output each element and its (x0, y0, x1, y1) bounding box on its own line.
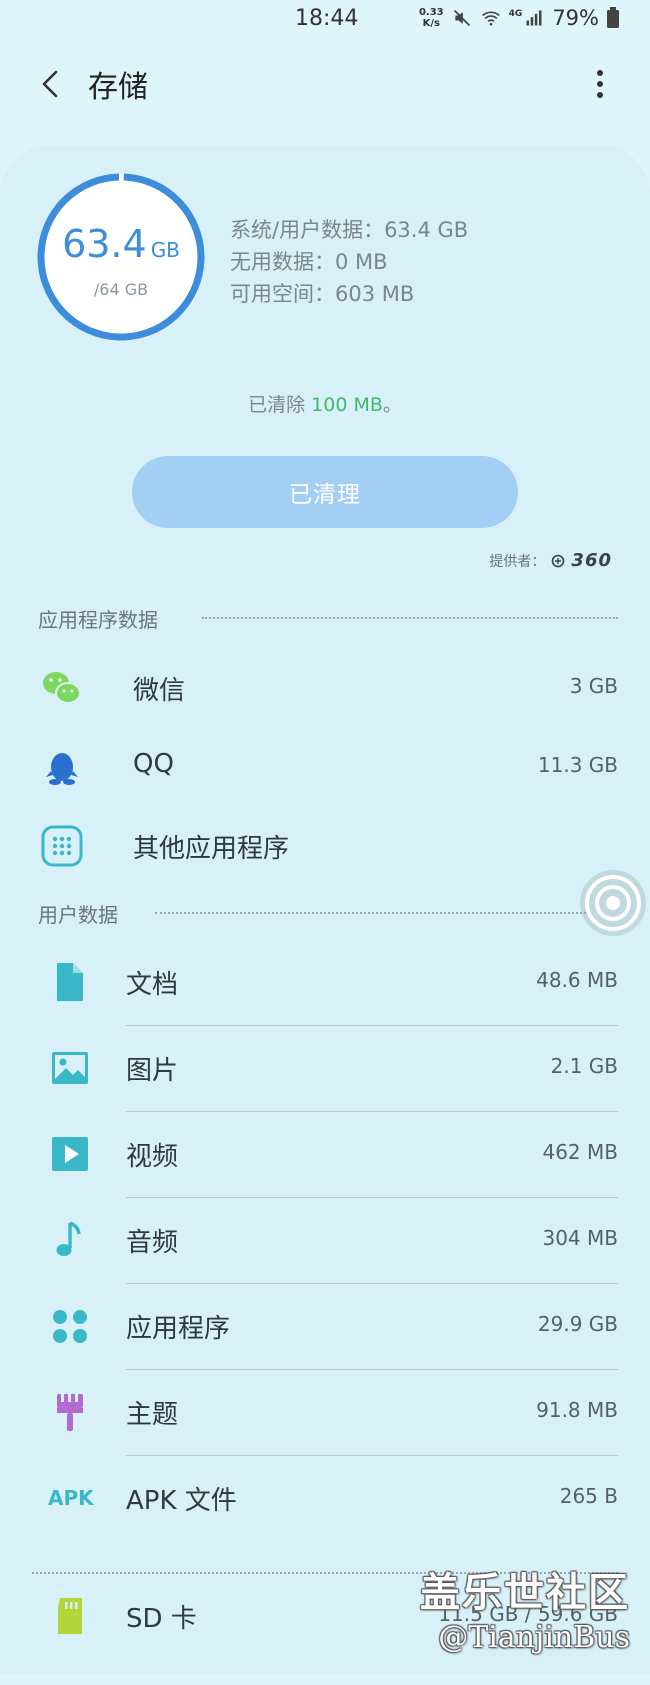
page-title: 存储 (88, 70, 148, 105)
apps-grid-icon (41, 825, 83, 867)
user-row-themes[interactable]: 主题 91.8 MB (0, 1370, 650, 1456)
system-user-data: 系统/用户数据：63.4 GB (230, 218, 469, 242)
user-row-documents[interactable]: 文档 48.6 MB (0, 940, 650, 1026)
watermark: 盖乐世社区 @TianjinBus (420, 1570, 630, 1655)
document-icon (57, 963, 83, 1001)
section-divider (155, 912, 590, 914)
user-data-heading: 用户数据 (38, 903, 118, 927)
sd-card-icon (58, 1598, 82, 1634)
available-space: 可用空间：603 MB (230, 282, 415, 306)
app-row-other-apps[interactable]: 其他应用程序 (0, 810, 650, 880)
more-options-icon[interactable] (580, 64, 620, 104)
storage-summary: 系统/用户数据：63.4 GB 无用数据：0 MB 可用空间：603 MB (230, 214, 468, 310)
provider-info: 提供者： 360 (489, 550, 612, 571)
app-row-qq[interactable]: QQ 11.3 GB (0, 731, 650, 801)
total-storage: /64 GB (93, 280, 149, 299)
360-logo-icon (552, 554, 565, 567)
user-row-apk[interactable]: APK APK 文件 265 B (0, 1456, 650, 1542)
music-note-icon (56, 1221, 81, 1256)
mute-icon (453, 9, 470, 27)
status-bar: 18:44 0.33 K/s 4G 79% (0, 0, 650, 40)
user-row-audio[interactable]: 音频 304 MB (0, 1198, 650, 1284)
section-divider (202, 617, 618, 619)
wechat-icon (43, 672, 81, 704)
app-row-wechat[interactable]: 微信 3 GB (0, 652, 650, 722)
signal-icon (526, 10, 542, 26)
app-header: 存储 (0, 58, 650, 108)
status-icons: 0.33 K/s 4G 79% (419, 6, 620, 30)
status-time: 18:44 (295, 6, 359, 31)
theme-brush-icon (57, 1394, 83, 1431)
image-icon (52, 1052, 88, 1084)
battery-icon (607, 7, 619, 28)
cleared-message: 已清除 100 MB。 (248, 394, 402, 416)
user-row-video[interactable]: 视频 462 MB (0, 1112, 650, 1198)
junk-data: 无用数据：0 MB (230, 250, 388, 274)
battery-percent: 79% (552, 6, 599, 30)
used-storage-value: 63.4 GB (62, 222, 180, 266)
net-speed: 0.33 K/s (418, 7, 444, 29)
network-type: 4G (508, 9, 523, 19)
apk-icon: APK (48, 1486, 94, 1510)
clean-button[interactable]: 已清理 (132, 456, 518, 528)
app-dots-icon (53, 1310, 87, 1343)
user-row-images[interactable]: 图片 2.1 GB (0, 1026, 650, 1112)
user-row-apps[interactable]: 应用程序 29.9 GB (0, 1284, 650, 1370)
app-data-heading: 应用程序数据 (38, 608, 158, 632)
video-icon (52, 1137, 88, 1171)
assistive-touch-button[interactable] (578, 868, 648, 938)
wifi-icon (481, 11, 500, 26)
back-arrow-icon[interactable] (32, 64, 72, 104)
qq-icon (46, 753, 78, 785)
